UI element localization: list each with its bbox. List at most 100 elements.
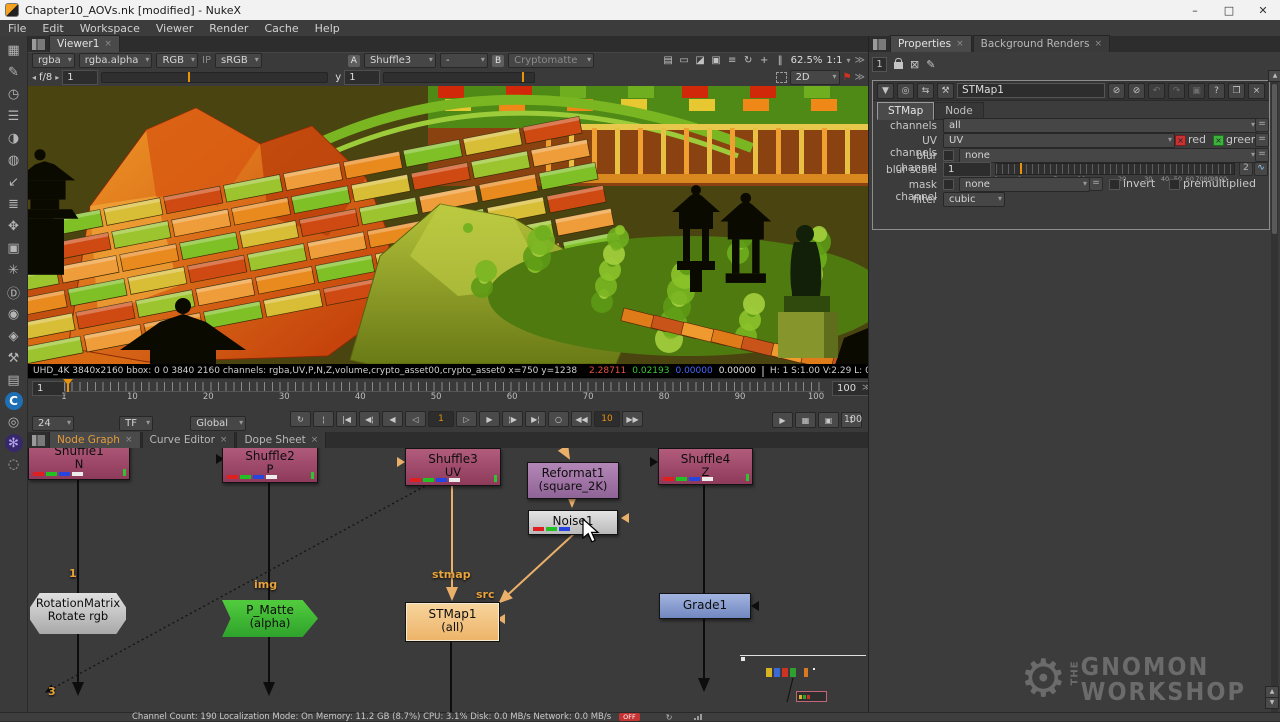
overflow-chevrons-icon[interactable]: ≫ <box>855 72 865 83</box>
menu-help[interactable]: Help <box>307 22 348 35</box>
channel-mask-a-icon[interactable]: ⊘ <box>1108 83 1125 99</box>
air-icon[interactable]: ✻ <box>5 434 23 452</box>
close-icon[interactable]: × <box>311 435 319 445</box>
3d-icon[interactable]: ▣ <box>4 238 24 258</box>
node-grade1[interactable]: Grade1 <box>659 593 751 619</box>
other-icon[interactable]: ▤ <box>4 370 24 390</box>
pixel-aspect[interactable]: 1:1 <box>826 55 842 66</box>
first-frame-button[interactable]: |◀ <box>336 411 357 427</box>
playhead[interactable] <box>67 381 69 392</box>
close-panel-icon[interactable]: × <box>1248 83 1265 99</box>
cattery-icon[interactable]: C <box>5 392 23 410</box>
premultiplied-checkbox[interactable] <box>1169 179 1180 190</box>
pause-icon[interactable]: ‖ <box>774 55 787 66</box>
node-graph-minimap[interactable] <box>740 655 866 711</box>
next-increment-button[interactable]: ¦▶ <box>502 411 523 427</box>
tab-background-renders[interactable]: Background Renders × <box>973 35 1110 52</box>
tab-curve-editor[interactable]: Curve Editor × <box>142 432 236 448</box>
buffer-a-dropdown[interactable]: Shuffle3 <box>364 53 436 68</box>
close-icon[interactable]: × <box>104 39 112 49</box>
pane-menu-icon[interactable] <box>32 435 45 446</box>
gain-prev-icon[interactable]: ◂ <box>32 73 36 82</box>
node-shuffle4[interactable]: Shuffle4 Z <box>658 448 753 485</box>
help-icon[interactable]: ? <box>1208 83 1225 99</box>
channels-eq-button[interactable]: = <box>1255 118 1269 132</box>
mask-eq-button[interactable]: = <box>1089 177 1103 191</box>
menu-file[interactable]: File <box>0 22 34 35</box>
lock-icon[interactable] <box>894 62 903 69</box>
mask-channel-checkbox[interactable] <box>943 179 954 190</box>
close-icon[interactable]: × <box>125 435 133 445</box>
increment-value-button[interactable]: 10 <box>594 411 620 427</box>
node-rotationmatrix[interactable]: RotationMatrix Rotate rgb <box>30 593 126 634</box>
node-stmap1[interactable]: STMap1 (all) <box>406 603 499 641</box>
wrench-icon[interactable]: ⚒ <box>937 83 954 99</box>
frame-mode-dropdown[interactable]: Global <box>190 416 246 431</box>
frame-range-icon[interactable]: ▦ <box>795 412 816 428</box>
gain-slider[interactable] <box>101 72 328 83</box>
menu-cache[interactable]: Cache <box>256 22 306 35</box>
blur-eq-button[interactable]: = <box>1255 148 1269 162</box>
last-frame-button[interactable]: ▶¦ <box>525 411 546 427</box>
menu-viewer[interactable]: Viewer <box>148 22 201 35</box>
image-icon[interactable]: ▦ <box>4 40 24 60</box>
uv-channels-dropdown[interactable]: UV <box>943 133 1175 148</box>
ab-blend-dropdown[interactable]: - <box>440 53 488 68</box>
uv-green-checkbox[interactable]: × <box>1213 135 1224 146</box>
float-panel-icon[interactable]: ❐ <box>1228 83 1245 99</box>
color-icon[interactable]: ◑ <box>4 128 24 148</box>
gain-input[interactable]: 1 <box>62 70 98 85</box>
center-node-icon[interactable]: ◎ <box>897 83 914 99</box>
roi-icon[interactable]: + <box>758 55 771 66</box>
display-mode-icon[interactable]: ▤ <box>662 55 675 66</box>
viewer-image[interactable] <box>28 86 868 364</box>
close-button[interactable]: ✕ <box>1246 4 1280 17</box>
close-icon[interactable]: × <box>956 39 964 49</box>
pane-menu-icon[interactable] <box>32 39 45 50</box>
node-shuffle2[interactable]: Shuffle2 P <box>222 445 318 483</box>
minimize-button[interactable]: – <box>1178 4 1212 17</box>
lut-dropdown[interactable]: sRGB <box>215 53 262 68</box>
menu-workspace[interactable]: Workspace <box>72 22 148 35</box>
blur-channel-checkbox[interactable] <box>943 150 954 161</box>
curve-icon[interactable]: ∿ <box>1254 162 1268 176</box>
collapse-icon[interactable]: ▼ <box>877 83 894 99</box>
tab-dope-sheet[interactable]: Dope Sheet × <box>236 432 326 448</box>
invert-checkbox[interactable] <box>1109 179 1120 190</box>
next-frame-button[interactable]: ▶ <box>479 411 500 427</box>
close-icon[interactable]: × <box>1094 39 1102 49</box>
node-pmatte[interactable]: P_Matte (alpha) <box>222 600 318 637</box>
redo-icon[interactable]: ↷ <box>1168 83 1185 99</box>
scrollbar-thumb[interactable] <box>1272 84 1277 234</box>
gizmos-icon[interactable]: ◎ <box>4 412 24 432</box>
timeline-ruler[interactable] <box>64 382 824 392</box>
deep-icon[interactable]: Ⓓ <box>4 282 24 302</box>
display-channel-dropdown[interactable]: RGB <box>156 53 198 68</box>
panel-count[interactable]: 1 <box>872 57 887 72</box>
gain-next-icon[interactable]: ▸ <box>55 73 59 82</box>
view-3d-dropdown[interactable]: 2D <box>790 70 840 85</box>
menu-render[interactable]: Render <box>201 22 256 35</box>
prev-increment-button[interactable]: ◀¦ <box>359 411 380 427</box>
toolsets-icon[interactable]: ⚒ <box>4 348 24 368</box>
transform-icon[interactable]: ✥ <box>4 216 24 236</box>
menu-edit[interactable]: Edit <box>34 22 71 35</box>
node-reformat1[interactable]: Reformat1 (square_2K) <box>527 462 619 499</box>
input-process-toggle[interactable]: IP <box>202 55 211 66</box>
overflow-chevrons-icon[interactable]: ≫ <box>855 55 865 66</box>
views-icon[interactable]: ◉ <box>4 304 24 324</box>
stop-button[interactable]: ○ <box>548 411 569 427</box>
layer-dropdown[interactable]: rgba.alpha <box>79 53 153 68</box>
channel-icon[interactable]: ☰ <box>4 106 24 126</box>
play-backward-button[interactable]: ◁ <box>405 411 426 427</box>
blur-scale-mult-button[interactable]: 2 <box>1239 162 1253 176</box>
prev-frame-button[interactable]: ◀ <box>382 411 403 427</box>
chevron-down-icon[interactable]: ▾ <box>847 56 851 65</box>
tab-properties[interactable]: Properties × <box>890 35 972 52</box>
node-name-field[interactable]: STMap1 <box>957 83 1105 98</box>
undo-icon[interactable]: ↶ <box>1148 83 1165 99</box>
tf-dropdown[interactable]: TF <box>119 416 153 431</box>
scroll-down-icon[interactable]: ▼ <box>1265 697 1279 709</box>
filter-dropdown[interactable]: cubic <box>943 192 1005 207</box>
play-forward-button[interactable]: ▷ <box>456 411 477 427</box>
